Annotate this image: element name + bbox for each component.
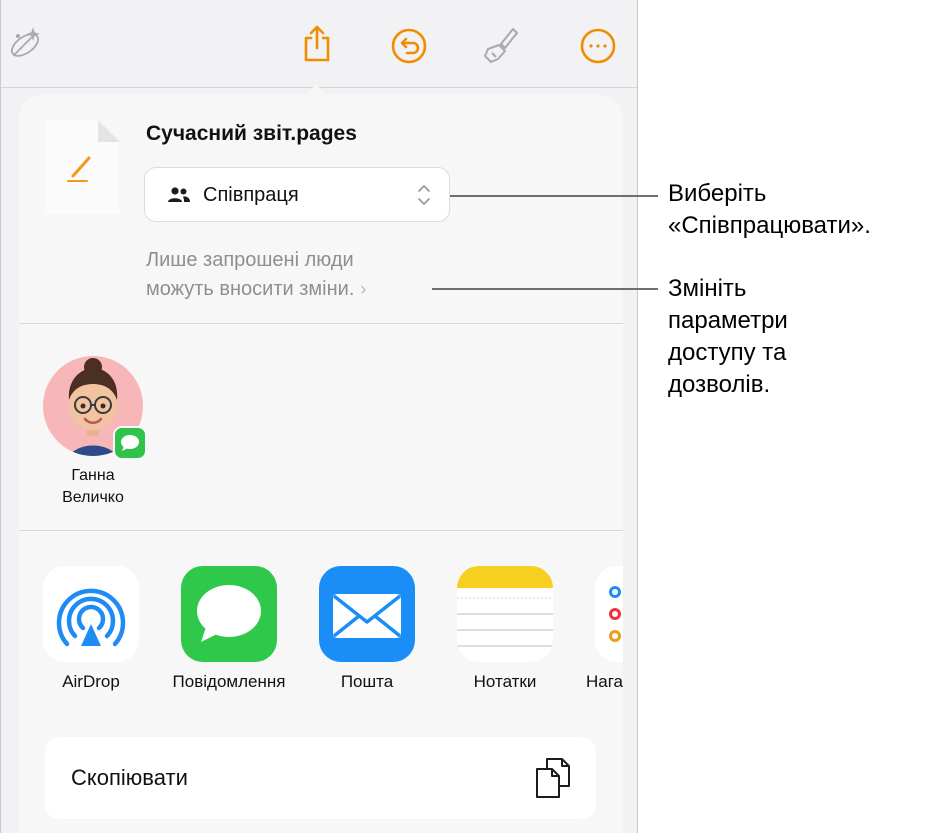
copy-button[interactable]: Скопіювати: [45, 737, 596, 819]
divider: [19, 323, 623, 324]
undo-icon[interactable]: [389, 26, 429, 66]
copy-icon: [534, 756, 572, 800]
copy-label: Скопіювати: [71, 765, 188, 790]
app-label: Нага: [586, 672, 623, 691]
access-settings-link[interactable]: Лише запрошені люди можуть вносити зміни…: [146, 246, 436, 304]
more-icon[interactable]: [578, 26, 618, 66]
callout-line: [450, 195, 658, 197]
contact-name: Ганна Величко: [62, 467, 124, 506]
divider: [19, 530, 623, 531]
mail-app-icon[interactable]: [319, 566, 415, 662]
reminders-app-icon[interactable]: [595, 566, 623, 662]
people-icon: [167, 185, 191, 205]
app-label: Нотатки: [473, 672, 537, 691]
messages-app-icon[interactable]: [181, 566, 277, 662]
callout-line: [432, 288, 658, 290]
messages-badge-icon: [113, 426, 147, 460]
magic-wand-icon[interactable]: [5, 24, 45, 64]
collaboration-select[interactable]: Співпраця: [144, 167, 450, 222]
collaboration-select-label: Співпраця: [203, 184, 299, 206]
chevron-up-down-icon: [417, 183, 431, 207]
notes-app-icon[interactable]: [457, 566, 553, 662]
share-icon[interactable]: [297, 23, 337, 63]
app-label: Повідомлення: [172, 672, 286, 691]
file-name: Сучасний звіт.pages: [146, 122, 357, 145]
callout-select-collaborate: Виберіть «Співпрацювати».: [668, 180, 871, 239]
chevron-right-icon: ›: [360, 279, 367, 299]
app-label: AirDrop: [62, 672, 120, 691]
callout-change-access: Змініть параметри доступу та дозволів.: [668, 275, 788, 398]
ipad-screen: Сучасний звіт.pages Співпраця Лише запро…: [0, 0, 638, 833]
pages-pen-icon: [63, 150, 99, 186]
brush-icon[interactable]: [479, 25, 519, 65]
toolbar: [1, 0, 637, 88]
app-label: Пошта: [340, 672, 394, 691]
access-note-line1: Лише запрошені люди: [146, 249, 354, 271]
access-note-line2: можуть вносити зміни.: [146, 278, 355, 300]
airdrop-app-icon[interactable]: [43, 566, 139, 662]
